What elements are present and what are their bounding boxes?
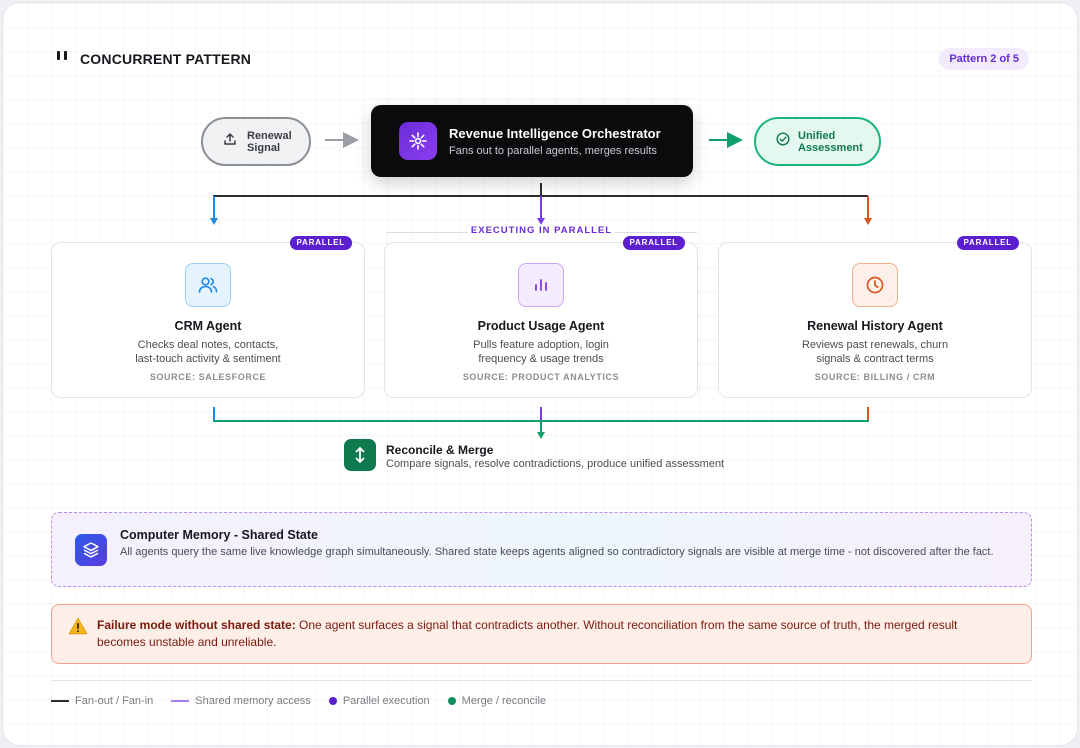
branch-crm-head xyxy=(210,218,218,225)
branch-usage-head xyxy=(537,218,545,225)
legend-dot-swatch xyxy=(328,697,337,705)
bar-chart-icon xyxy=(518,263,564,307)
pattern-count-badge: Pattern 2 of 5 xyxy=(939,48,1029,70)
legend-item-fanout: Fan-out / Fan-in xyxy=(51,695,153,707)
users-icon xyxy=(185,263,231,307)
parallel-badge: PARALLEL xyxy=(956,236,1019,250)
legend-item-parallel: Parallel execution xyxy=(328,695,430,707)
crm-agent-description: Checks deal notes, contacts, last-touch … xyxy=(135,339,281,365)
pattern-glyph-icon xyxy=(55,51,69,63)
renewal-signal-label: Renewal Signal xyxy=(247,129,292,154)
crm-agent-card[interactable]: PARALLEL CRM Agent Checks deal notes, co… xyxy=(51,236,365,398)
fanin-head xyxy=(537,432,545,439)
product-usage-agent-card[interactable]: PARALLEL Product Usage Agent Pulls featu… xyxy=(384,236,698,398)
pattern-card: CONCURRENT PATTERN Pattern 2 of 5 Renewa… xyxy=(2,2,1078,746)
orchestrator-node[interactable]: Revenue Intelligence Orchestrator Fans o… xyxy=(371,105,693,177)
failure-mode-label: Failure mode without shared state: xyxy=(97,618,296,632)
vertical-arrows-icon xyxy=(344,439,376,471)
unified-assessment-node[interactable]: Unified Assessment xyxy=(754,117,881,166)
legend-line-swatch xyxy=(171,700,190,702)
product-usage-agent-source: SOURCE: PRODUCT ANALYTICS xyxy=(462,372,620,382)
orchestrator-subtitle: Fans out to parallel agents, merges resu… xyxy=(449,144,657,157)
parallel-execution-label: EXECUTING IN PARALLEL xyxy=(470,225,613,236)
parallel-badge: PARALLEL xyxy=(289,236,352,250)
merge-subtitle: Compare signals, resolve contradictions,… xyxy=(386,458,725,470)
renewal-history-agent-source: SOURCE: BILLING / CRM xyxy=(814,372,936,382)
renewal-history-agent-name: Renewal History Agent xyxy=(807,319,943,333)
crm-agent-source: SOURCE: SALESFORCE xyxy=(149,372,267,382)
shared-memory-panel: Computer Memory - Shared State All agent… xyxy=(51,512,1032,587)
branch-renewal-head xyxy=(864,218,872,225)
legend-item-shared-memory: Shared memory access xyxy=(171,695,311,707)
sparkle-icon xyxy=(399,122,437,160)
merge-title: Reconcile & Merge xyxy=(386,443,494,457)
upload-icon xyxy=(223,132,237,151)
renewal-history-agent-description: Reviews past renewals, churn signals & c… xyxy=(801,339,949,365)
page-title: CONCURRENT PATTERN xyxy=(80,51,252,67)
renewal-history-agent-card[interactable]: PARALLEL Renewal History Agent Reviews p… xyxy=(718,236,1032,398)
warning-icon xyxy=(68,617,88,635)
check-circle-icon xyxy=(776,132,790,151)
renewal-signal-node[interactable]: Renewal Signal xyxy=(201,117,311,166)
crm-agent-name: CRM Agent xyxy=(174,319,242,333)
parallel-badge: PARALLEL xyxy=(622,236,685,250)
legend-line-swatch xyxy=(51,700,69,702)
failure-mode-callout: Failure mode without shared state: One a… xyxy=(51,604,1032,664)
clock-icon xyxy=(852,263,898,307)
legend-dot-swatch xyxy=(447,697,456,705)
failure-mode-text: Failure mode without shared state: One a… xyxy=(97,617,1007,651)
orchestrator-title: Revenue Intelligence Orchestrator xyxy=(449,125,661,141)
layers-icon xyxy=(75,534,107,566)
product-usage-agent-name: Product Usage Agent xyxy=(477,319,605,333)
shared-memory-description: All agents query the same live knowledge… xyxy=(120,546,994,558)
legend: Fan-out / Fan-in Shared memory access Pa… xyxy=(51,695,564,707)
shared-memory-title: Computer Memory - Shared State xyxy=(120,528,318,542)
product-usage-agent-description: Pulls feature adoption, login frequency … xyxy=(473,339,609,365)
unified-assessment-label: Unified Assessment xyxy=(798,129,863,154)
legend-item-merge: Merge / reconcile xyxy=(447,695,546,707)
legend-divider xyxy=(51,680,1032,681)
